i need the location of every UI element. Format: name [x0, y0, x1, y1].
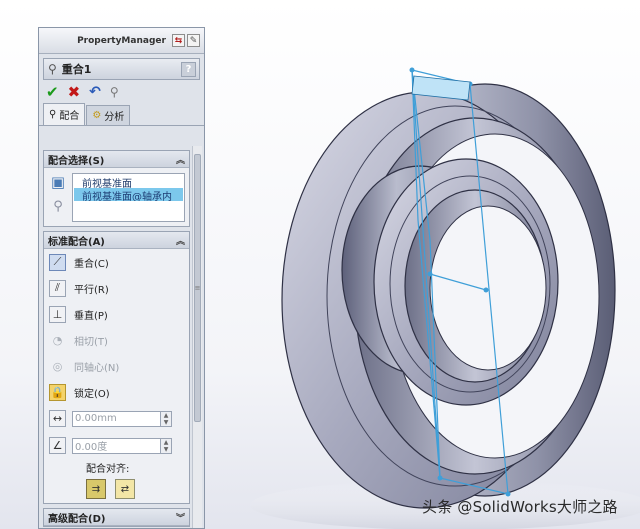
tab-analysis[interactable]: ⚙ 分析: [86, 105, 131, 125]
mate-alignment-buttons: ⇉ ⇄: [44, 475, 189, 503]
angle-row: ∠ 0.00度 ▲ ▼: [44, 432, 189, 459]
property-manager-title: PropertyManager: [77, 35, 166, 46]
standard-mates-title: 标准配合(A): [48, 236, 105, 248]
mate-parallel[interactable]: ⫽ 平行(R): [44, 275, 189, 301]
analysis-tab-icon: ⚙: [92, 110, 102, 121]
mate-alignment-label: 配合对齐:: [86, 463, 130, 475]
anti-aligned-button[interactable]: ⇄: [115, 479, 135, 499]
mate-selections-header[interactable]: 配合选择(S) ︽: [44, 151, 189, 168]
mate-lock[interactable]: 🔒 锁定(O): [44, 379, 189, 405]
tab-mates[interactable]: ⚲ 配合: [43, 103, 86, 125]
advanced-mates-group: 高级配合(D) ︾: [43, 508, 190, 527]
feature-title-bar: ⚲ 重合1 ?: [43, 58, 200, 80]
property-manager: PropertyManager ⇆ ✎ ⚲ 重合1 ? ✔ ✖ ↶ ⚲ ⚲ 配合…: [38, 27, 205, 529]
scrollbar-thumb[interactable]: ≡: [194, 154, 201, 422]
tab-analysis-label: 分析: [104, 112, 125, 123]
collapse-chevron-icon[interactable]: ︽: [176, 234, 185, 247]
flip-panel-icon[interactable]: ⇆: [172, 34, 185, 47]
distance-icon[interactable]: ↔: [49, 410, 66, 427]
property-scrollbar[interactable]: ≡: [192, 146, 202, 528]
mate-lock-label: 锁定(O): [74, 388, 110, 400]
tab-mates-label: 配合: [59, 111, 80, 122]
keep-visible-pin-icon[interactable]: ⚲: [110, 86, 119, 98]
mate-selections-list[interactable]: 前视基准面 前视基准面@轴承内: [72, 173, 185, 222]
undo-icon[interactable]: ↶: [89, 85, 101, 99]
advanced-mates-header[interactable]: 高级配合(D) ︾: [44, 509, 189, 526]
mate-entity-icon: ⚲: [53, 199, 63, 214]
concentric-icon: ◎: [52, 359, 63, 373]
mate-feature-icon: ⚲: [48, 62, 57, 76]
mate-tangent[interactable]: ◔ 相切(T): [44, 327, 189, 353]
mate-concentric-label: 同轴心(N): [74, 362, 120, 374]
perpendicular-icon: ⊥: [49, 305, 66, 323]
mate-selections-title: 配合选择(S): [48, 155, 105, 167]
mate-parallel-label: 平行(R): [74, 284, 109, 296]
help-button[interactable]: ?: [181, 61, 196, 77]
distance-value: 0.00mm: [75, 413, 117, 424]
advanced-mates-title: 高级配合(D): [48, 513, 106, 525]
mate-tangent-label: 相切(T): [74, 336, 108, 348]
mate-concentric[interactable]: ◎ 同轴心(N): [44, 353, 189, 379]
mate-coincident-label: 重合(C): [74, 258, 109, 270]
watermark: 头条 @SolidWorks大师之路: [422, 498, 618, 516]
mate-tab-icon: ⚲: [49, 109, 57, 120]
feature-name: 重合1: [61, 63, 92, 76]
selection-box-icon: ▣: [50, 173, 66, 191]
selection-item-selected[interactable]: 前视基准面@轴承内: [74, 188, 183, 201]
coincident-icon: ⟋: [49, 253, 66, 271]
collapse-chevron-icon[interactable]: ︽: [176, 153, 185, 166]
pin-panel-icon[interactable]: ✎: [187, 34, 200, 47]
angle-spinner[interactable]: ▲ ▼: [160, 438, 171, 453]
angle-icon[interactable]: ∠: [49, 437, 66, 454]
ok-check-icon[interactable]: ✔: [46, 84, 59, 100]
angle-value: 0.00度: [75, 442, 108, 453]
property-manager-header: PropertyManager ⇆ ✎: [39, 28, 204, 54]
action-buttons: ✔ ✖ ↶ ⚲: [39, 80, 204, 104]
mate-perpendicular-label: 垂直(P): [74, 310, 108, 322]
tab-strip: ⚲ 配合 ⚙ 分析: [39, 103, 204, 126]
standard-mates-group: 标准配合(A) ︽ ⟋ 重合(C) ⫽ 平行(R) ⊥ 垂直(P) ◔ 相切(T…: [43, 231, 190, 504]
selection-item[interactable]: 前视基准面: [74, 175, 183, 188]
inner-ring-hole: [429, 205, 547, 371]
parallel-icon: ⫽: [49, 279, 66, 297]
mate-selections-group: 配合选择(S) ︽ ▣ ⚲ 前视基准面 前视基准面@轴承内: [43, 150, 190, 227]
angle-input[interactable]: 0.00度 ▲ ▼: [72, 437, 172, 454]
distance-input[interactable]: 0.00mm ▲ ▼: [72, 410, 172, 427]
expand-chevron-icon[interactable]: ︾: [176, 511, 185, 524]
mate-perpendicular[interactable]: ⊥ 垂直(P): [44, 301, 189, 327]
lock-icon: 🔒: [49, 383, 66, 401]
mate-coincident[interactable]: ⟋ 重合(C): [44, 249, 189, 275]
distance-spinner[interactable]: ▲ ▼: [160, 411, 171, 426]
distance-row: ↔ 0.00mm ▲ ▼: [44, 405, 189, 432]
property-scroll-area: 配合选择(S) ︽ ▣ ⚲ 前视基准面 前视基准面@轴承内 标准配合(A) ︽: [39, 146, 194, 528]
tangent-icon: ◔: [52, 333, 63, 347]
cancel-x-icon[interactable]: ✖: [68, 84, 81, 100]
standard-mates-header[interactable]: 标准配合(A) ︽: [44, 232, 189, 249]
aligned-button[interactable]: ⇉: [86, 479, 106, 499]
